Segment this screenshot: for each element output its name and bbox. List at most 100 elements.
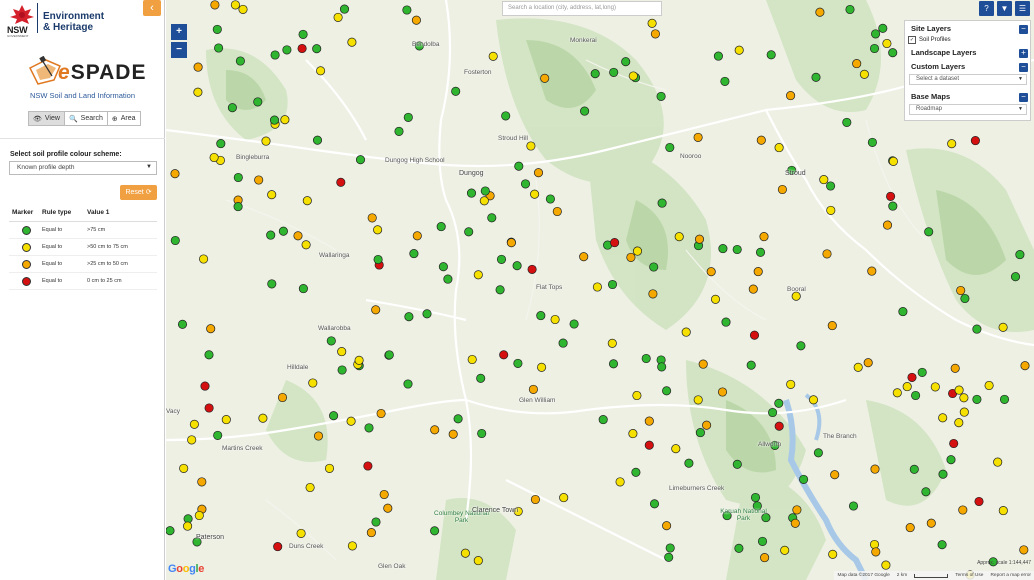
soil-profile-marker[interactable] <box>867 266 877 276</box>
soil-profile-marker[interactable] <box>911 390 921 401</box>
soil-profile-marker[interactable] <box>938 413 948 423</box>
soil-profile-marker[interactable] <box>473 270 483 280</box>
soil-profile-marker[interactable] <box>950 363 960 373</box>
soil-profile-marker[interactable] <box>373 254 383 265</box>
soil-profile-marker[interactable] <box>632 390 642 401</box>
soil-profile-marker[interactable] <box>366 528 376 538</box>
soil-profile-marker[interactable] <box>888 156 898 166</box>
soil-profile-marker[interactable] <box>499 350 509 360</box>
soil-profile-marker[interactable] <box>657 198 667 208</box>
soil-profile-marker[interactable] <box>488 51 498 61</box>
custom-layers-collapse-button[interactable]: − <box>1019 63 1028 72</box>
soil-profile-marker[interactable] <box>238 4 248 14</box>
soil-profile-marker[interactable] <box>615 477 625 487</box>
soil-profile-marker[interactable] <box>780 545 790 555</box>
soil-profile-marker[interactable] <box>909 464 919 474</box>
soil-profile-marker[interactable] <box>170 169 180 179</box>
soil-profile-marker[interactable] <box>590 69 600 79</box>
base-map-select[interactable]: Roadmap ▼ <box>909 104 1027 115</box>
soil-profile-marker[interactable] <box>774 398 784 408</box>
soil-profile-marker[interactable] <box>326 336 336 346</box>
soil-profile-marker[interactable] <box>681 327 691 337</box>
soil-profile-marker[interactable] <box>384 350 394 360</box>
soil-profile-marker[interactable] <box>811 72 821 82</box>
soil-profile-marker[interactable] <box>1015 250 1025 260</box>
soil-profile-marker[interactable] <box>199 254 209 264</box>
tab-view[interactable]: 👁 View <box>28 111 65 126</box>
soil-profile-marker[interactable] <box>845 4 855 15</box>
soil-profile-marker[interactable] <box>732 459 742 469</box>
soil-profile-marker[interactable] <box>336 177 346 187</box>
soil-profile-marker[interactable] <box>647 18 657 28</box>
soil-profile-marker[interactable] <box>917 367 927 377</box>
soil-profile-marker[interactable] <box>598 415 608 425</box>
soil-profile-marker[interactable] <box>204 403 214 413</box>
soil-profile-marker[interactable] <box>888 201 898 211</box>
soil-profile-marker[interactable] <box>453 414 463 424</box>
soil-profile-marker[interactable] <box>527 264 537 274</box>
soil-profile-marker[interactable] <box>487 213 497 223</box>
menu-button[interactable]: ☰ <box>1015 1 1030 16</box>
soil-profile-marker[interactable] <box>808 395 819 405</box>
soil-profile-marker[interactable] <box>859 69 869 79</box>
soil-profile-marker[interactable] <box>774 143 784 153</box>
soil-profile-marker[interactable] <box>721 317 731 327</box>
soil-profile-marker[interactable] <box>422 309 432 319</box>
soil-profile-marker[interactable] <box>830 470 840 480</box>
soil-profile-marker[interactable] <box>324 463 335 473</box>
soil-profile-marker[interactable] <box>308 378 318 388</box>
soil-profile-marker[interactable] <box>545 194 555 204</box>
soil-profile-marker[interactable] <box>339 4 350 14</box>
soil-profile-marker[interactable] <box>907 372 917 382</box>
soil-profile-marker[interactable] <box>436 222 446 232</box>
soil-profile-marker[interactable] <box>443 274 453 284</box>
soil-profile-marker[interactable] <box>451 86 461 96</box>
soil-profile-marker[interactable] <box>214 43 224 53</box>
soil-profile-marker[interactable] <box>664 552 674 562</box>
soil-profile-marker[interactable] <box>852 59 862 69</box>
soil-profile-marker[interactable] <box>270 50 280 60</box>
soil-profile-marker[interactable] <box>720 76 730 86</box>
soil-profile-marker[interactable] <box>269 115 280 125</box>
soil-profile-marker[interactable] <box>749 330 760 340</box>
soil-profile-marker[interactable] <box>717 387 728 397</box>
zoom-in-button[interactable]: + <box>171 24 187 40</box>
soil-profile-marker[interactable] <box>815 7 825 17</box>
soil-profile-marker[interactable] <box>930 382 940 392</box>
soil-profile-marker[interactable] <box>233 202 243 212</box>
soil-profile-marker[interactable] <box>607 338 617 348</box>
soil-profile-marker[interactable] <box>753 267 763 277</box>
soil-profile-marker[interactable] <box>871 547 881 557</box>
soil-profile-marker[interactable] <box>746 360 756 370</box>
colour-scheme-select[interactable]: Known profile depth ▼ <box>9 161 157 175</box>
soil-profile-marker[interactable] <box>210 0 220 10</box>
soil-profile-marker[interactable] <box>713 51 723 61</box>
soil-profile-marker[interactable] <box>905 523 915 533</box>
soil-profile-marker[interactable] <box>665 543 675 553</box>
soil-profile-marker[interactable] <box>607 279 618 290</box>
soil-profile-marker[interactable] <box>684 458 694 468</box>
soil-profile-marker[interactable] <box>371 517 381 527</box>
soil-profile-marker[interactable] <box>293 231 303 241</box>
soil-profile-marker[interactable] <box>316 66 326 76</box>
soil-profile-marker[interactable] <box>786 379 796 389</box>
soil-profile-marker[interactable] <box>926 518 936 528</box>
soil-profile-marker[interactable] <box>253 97 263 107</box>
soil-profile-marker[interactable] <box>536 311 546 321</box>
soil-profile-marker[interactable] <box>648 289 658 299</box>
soil-profile-marker[interactable] <box>842 117 852 127</box>
soil-profile-marker[interactable] <box>206 324 216 334</box>
soil-profile-marker[interactable] <box>367 213 377 223</box>
soil-profile-marker[interactable] <box>213 430 223 440</box>
soil-profile-marker[interactable] <box>282 45 292 55</box>
soil-profile-marker[interactable] <box>473 556 483 566</box>
soil-profile-marker[interactable] <box>819 175 829 185</box>
landscape-layers-expand-button[interactable]: + <box>1019 49 1028 58</box>
report-error-link[interactable]: Report a map error <box>990 573 1031 578</box>
soil-profile-marker[interactable] <box>552 206 562 217</box>
soil-profile-marker[interactable] <box>790 518 800 528</box>
soil-profile-marker[interactable] <box>649 262 659 272</box>
soil-profile-marker[interactable] <box>766 50 776 60</box>
soil-profile-marker[interactable] <box>337 365 347 375</box>
soil-profile-marker[interactable] <box>813 448 823 458</box>
